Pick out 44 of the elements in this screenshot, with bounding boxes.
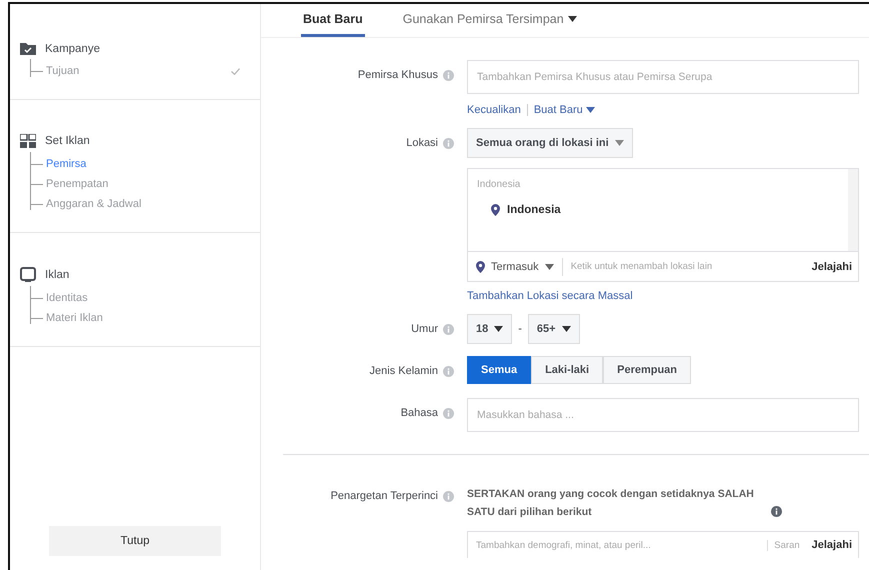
include-dropdown[interactable]: Termasuk [468, 258, 563, 276]
gender-option[interactable]: Semua [467, 356, 532, 384]
link[interactable]: Buat Baru [534, 104, 595, 116]
selected-location[interactable]: Indonesia [477, 204, 848, 216]
section-title: Kampanye [45, 42, 100, 54]
caret-icon [614, 140, 624, 146]
group-label: Indonesia [477, 179, 522, 190]
info-icon [443, 366, 454, 376]
nav-item[interactable]: Pemirsa [46, 158, 86, 170]
section-title: Set Iklan [45, 135, 90, 147]
age-min-dropdown[interactable]: 18 [467, 314, 512, 344]
info-icon [443, 490, 454, 502]
section-title: Iklan [45, 268, 70, 280]
info-icon [771, 506, 782, 517]
info-icon [443, 324, 454, 334]
range-separator: - [518, 323, 522, 335]
location-pin-icon [476, 260, 485, 272]
field-label: Bahasa [400, 407, 438, 419]
field-label: Pemirsa Khusus [358, 69, 438, 81]
field-label: Jenis Kelamin [370, 365, 438, 377]
description: SERTAKAN orang yang cocok dengan setidaknya SALAH SATU dari pilihan berikut [467, 487, 755, 520]
grid-icon [20, 134, 36, 148]
info-icon [443, 408, 454, 418]
field-label: Umur [411, 323, 438, 335]
age-max-dropdown[interactable]: 65+ [528, 314, 580, 344]
gender-option[interactable]: Perempuan [603, 356, 692, 384]
caret-icon [494, 326, 504, 332]
close-button[interactable]: Tutup [49, 526, 221, 556]
gender-option[interactable]: Laki-laki [531, 356, 604, 384]
caret-icon [562, 326, 571, 332]
location-dropdown[interactable]: Semua orang di lokasi ini [467, 128, 633, 158]
info-icon [443, 70, 454, 80]
location-pin-icon [491, 204, 500, 216]
bulk-location-link[interactable]: Tambahkan Lokasi secara Massal [467, 290, 859, 302]
link[interactable]: Kecualikan [467, 104, 521, 116]
field-label: Penargetan Terperinci [330, 490, 438, 502]
folder-icon [20, 42, 36, 55]
browse-button[interactable]: Jelajahi [806, 260, 858, 272]
tab[interactable]: Gunakan Pemirsa Tersimpan [400, 4, 579, 37]
screen-icon [20, 267, 36, 282]
info-icon [443, 138, 454, 148]
browse-button[interactable]: Jelajahi [806, 539, 858, 551]
field-label: Lokasi [406, 137, 438, 149]
caret-icon [544, 264, 554, 270]
